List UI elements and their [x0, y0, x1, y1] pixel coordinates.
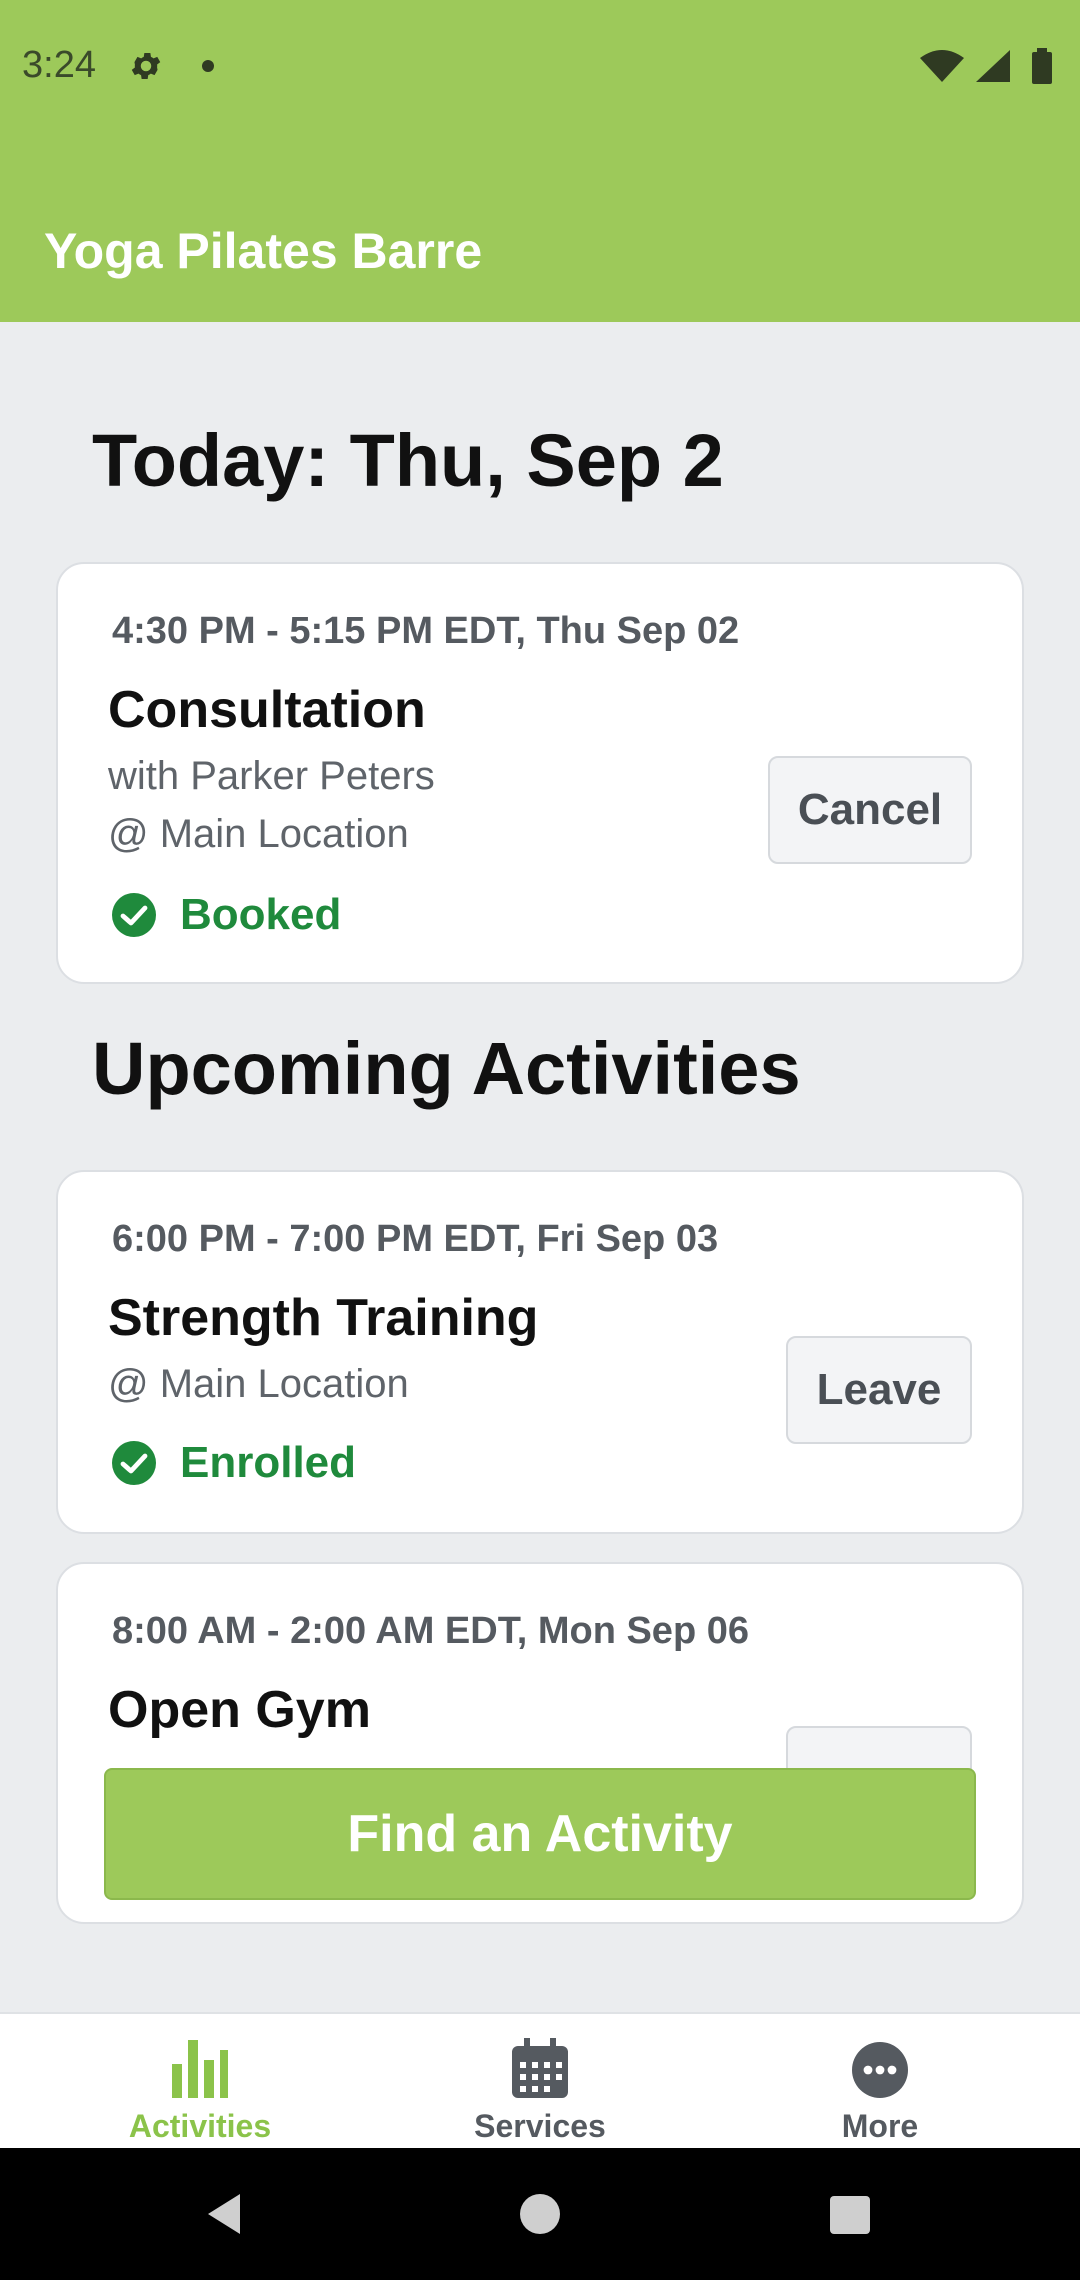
nav-item-services[interactable]: Services	[360, 2014, 720, 2150]
activity-status-label: Enrolled	[180, 1438, 357, 1487]
booking-location: @ Main Location	[108, 812, 409, 856]
booking-time: 4:30 PM - 5:15 PM EDT, Thu Sep 02	[112, 610, 740, 652]
home-icon[interactable]	[518, 2192, 562, 2236]
booking-card[interactable]: 4:30 PM - 5:15 PM EDT, Thu Sep 02 Consul…	[56, 562, 1024, 984]
status-time: 3:24	[22, 44, 96, 86]
system-nav-bar	[0, 2148, 1080, 2280]
booking-instructor: with Parker Peters	[108, 754, 435, 798]
app-bar: 3:24 Yoga Pilates Barre	[0, 0, 1080, 322]
status-icons	[920, 48, 1052, 84]
activity-name: Open Gym	[108, 1681, 371, 1739]
nav-item-activities[interactable]: Activities	[20, 2014, 380, 2150]
booking-status-label: Booked	[180, 890, 342, 939]
bottom-nav: Activities Services More	[0, 2012, 1080, 2148]
recents-icon[interactable]	[828, 2194, 872, 2236]
activity-location: @ Main Location	[108, 1362, 409, 1406]
bar-chart-icon	[172, 2040, 228, 2098]
check-circle-icon	[112, 1441, 156, 1485]
cancel-button[interactable]: Cancel	[768, 756, 972, 864]
notification-dot-icon	[202, 60, 214, 72]
activity-status: Enrolled	[110, 1438, 356, 1488]
battery-icon	[1032, 52, 1052, 84]
activity-card[interactable]: 6:00 PM - 7:00 PM EDT, Fri Sep 03 Streng…	[56, 1170, 1024, 1534]
booking-name: Consultation	[108, 681, 426, 739]
nav-label-services: Services	[474, 2108, 606, 2144]
find-activity-button[interactable]: Find an Activity	[104, 1768, 976, 1900]
back-icon[interactable]	[204, 2192, 244, 2236]
nav-item-more[interactable]: More	[700, 2014, 1060, 2150]
calendar-icon	[512, 2038, 568, 2098]
booking-status: Booked	[110, 890, 341, 940]
activity-time: 6:00 PM - 7:00 PM EDT, Fri Sep 03	[112, 1218, 719, 1260]
wifi-icon	[920, 50, 964, 82]
signal-icon	[976, 50, 1010, 82]
today-heading: Today: Thu, Sep 2	[92, 419, 724, 502]
leave-button[interactable]: Leave	[786, 1336, 972, 1444]
more-icon	[852, 2042, 908, 2098]
nav-label-activities: Activities	[128, 2108, 272, 2144]
upcoming-heading: Upcoming Activities	[92, 1027, 801, 1110]
activity-name: Strength Training	[108, 1289, 539, 1347]
activity-time: 8:00 AM - 2:00 AM EDT, Mon Sep 06	[112, 1610, 749, 1652]
check-circle-icon	[112, 893, 156, 937]
nav-label-more: More	[841, 2108, 919, 2144]
settings-icon	[131, 52, 161, 80]
app-title: Yoga Pilates Barre	[44, 223, 483, 279]
